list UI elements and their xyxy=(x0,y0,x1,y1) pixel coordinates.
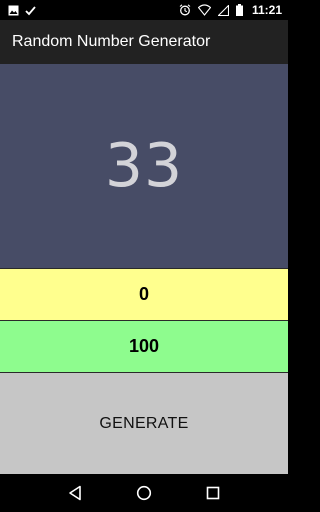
result-display: 33 xyxy=(0,64,288,268)
image-icon xyxy=(8,5,19,16)
min-value: 0 xyxy=(138,284,149,304)
signal-icon xyxy=(217,4,229,16)
check-icon xyxy=(25,5,36,16)
home-icon[interactable] xyxy=(124,478,164,508)
min-value-field[interactable]: 0 xyxy=(0,268,288,320)
recents-icon[interactable] xyxy=(193,478,233,508)
app-bar: Random Number Generator xyxy=(0,20,288,64)
battery-icon xyxy=(235,4,243,16)
status-left xyxy=(8,5,36,16)
generate-button[interactable]: GENERATE xyxy=(0,372,288,474)
nav-bar xyxy=(0,474,288,512)
status-time: 11:21 xyxy=(251,3,282,17)
app-title: Random Number Generator xyxy=(12,33,211,50)
result-number: 33 xyxy=(104,131,184,201)
wifi-off-icon xyxy=(197,4,211,16)
max-value: 100 xyxy=(128,336,160,356)
generate-label: GENERATE xyxy=(99,414,189,432)
status-bar: 11:21 xyxy=(0,0,288,20)
alarm-icon xyxy=(179,4,191,16)
max-value-field[interactable]: 100 xyxy=(0,320,288,372)
back-icon[interactable] xyxy=(55,478,95,508)
status-right: 11:21 xyxy=(179,3,282,17)
